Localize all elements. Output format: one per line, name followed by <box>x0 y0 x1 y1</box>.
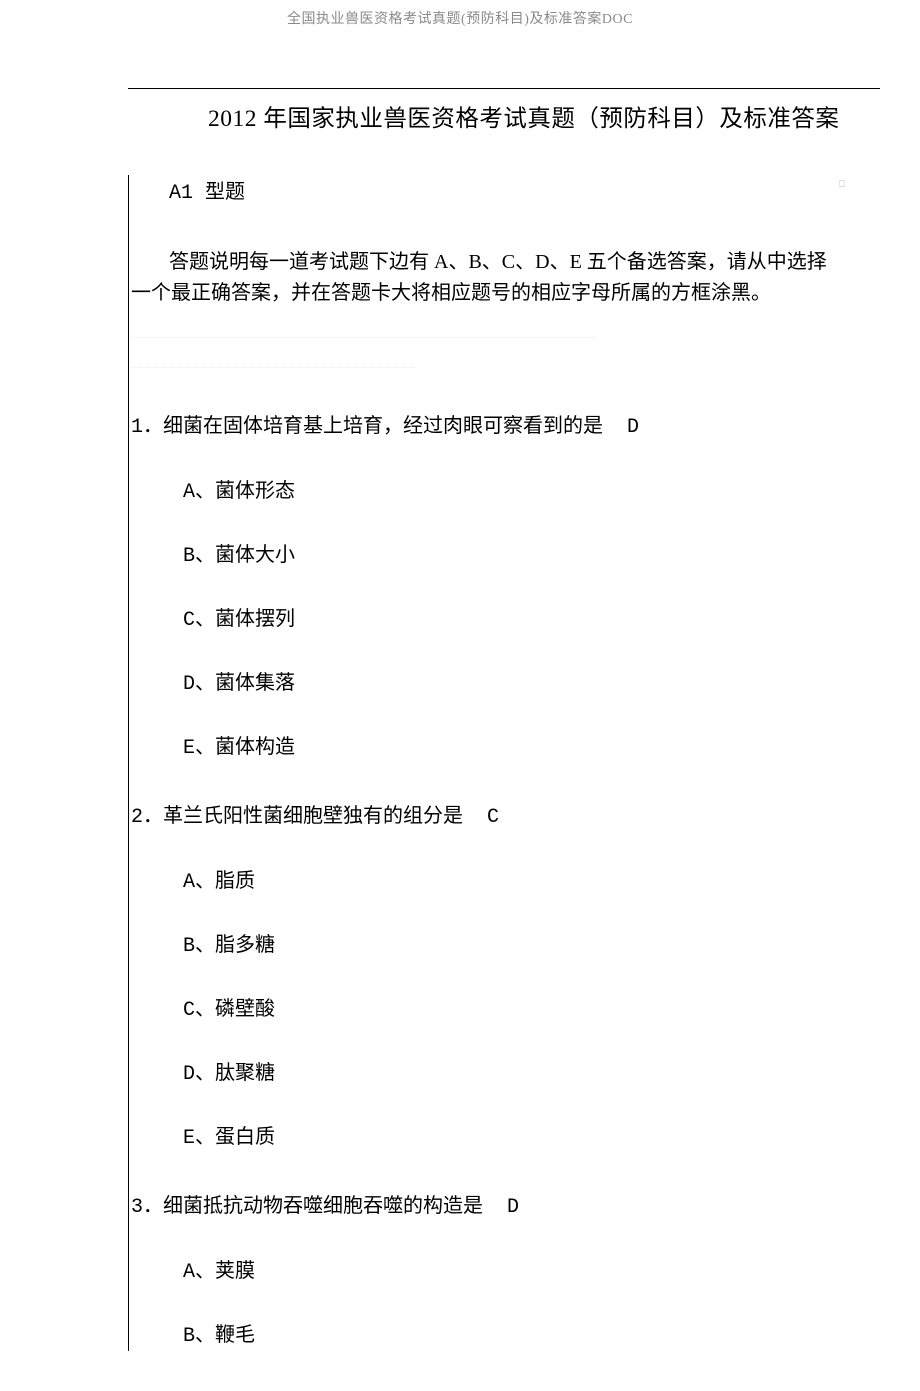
option-letter: C、 <box>183 609 215 632</box>
option-item: C、磷壁酸 <box>183 995 880 1025</box>
question-number: 2． <box>131 806 163 829</box>
main-column: A1 型题 ⎕ 答题说明每一道考试题下边有 A、B、C、D、E 五个备选答案，请… <box>128 175 880 1351</box>
option-item: B、脂多糖 <box>183 931 880 961</box>
answer-key: D <box>507 1196 519 1219</box>
answer-key: C <box>487 806 499 829</box>
option-letter: C、 <box>183 999 215 1022</box>
decorative-mark: ⎕ <box>839 179 845 191</box>
header-text: 全国执业兽医资格考试真题(预防科目)及标准答案DOC <box>0 0 920 28</box>
document-page: 全国执业兽医资格考试真题(预防科目)及标准答案DOC 2012 年国家执业兽医资… <box>0 0 920 1391</box>
option-letter: B、 <box>183 935 215 958</box>
content-area: 2012 年国家执业兽医资格考试真题（预防科目）及标准答案 A1 型题 ⎕ 答题… <box>0 28 920 1391</box>
option-item: D、肽聚糖 <box>183 1059 880 1089</box>
option-item: E、菌体构造 <box>183 733 880 763</box>
option-item: A、荚膜 <box>183 1257 880 1287</box>
option-text: 菌体大小 <box>215 544 295 566</box>
section-type-label: A1 型题 <box>169 182 245 205</box>
question-text: 细菌抵抗动物吞噬细胞吞噬的构造是 <box>163 1195 483 1217</box>
option-item: E、蛋白质 <box>183 1123 880 1153</box>
option-item: C、菌体摆列 <box>183 605 880 635</box>
question-block: 2．革兰氏阳性菌细胞壁独有的组分是 C A、脂质 B、脂多糖 C、磷壁酸 D、肽聚… <box>131 801 880 1153</box>
faint-line <box>131 367 416 369</box>
option-text: 磷壁酸 <box>215 998 275 1020</box>
option-letter: B、 <box>183 1325 215 1348</box>
question-text: 革兰氏阳性菌细胞壁独有的组分是 <box>163 805 463 827</box>
option-letter: B、 <box>183 545 215 568</box>
option-item: D、菌体集落 <box>183 669 880 699</box>
option-letter: A、 <box>183 481 215 504</box>
faint-line <box>131 337 595 339</box>
option-text: 菌体形态 <box>215 480 295 502</box>
answer-key: D <box>627 416 639 439</box>
option-letter: D、 <box>183 673 215 696</box>
option-text: 菌体集落 <box>215 672 295 694</box>
question-stem: 2．革兰氏阳性菌细胞壁独有的组分是 C <box>129 801 880 833</box>
option-letter: E、 <box>183 737 215 760</box>
option-text: 蛋白质 <box>215 1126 275 1148</box>
option-item: B、鞭毛 <box>183 1321 880 1351</box>
option-letter: E、 <box>183 1127 215 1150</box>
option-letter: A、 <box>183 871 215 894</box>
instruction-line-1: 答题说明每一道考试题下边有 A、B、C、D、E 五个备选答案，请从中选择 <box>169 251 827 273</box>
decorative-lines <box>131 337 880 369</box>
option-text: 荚膜 <box>215 1260 255 1282</box>
option-letter: D、 <box>183 1063 215 1086</box>
option-text: 脂多糖 <box>215 934 275 956</box>
title-row: 2012 年国家执业兽医资格考试真题（预防科目）及标准答案 <box>128 88 880 133</box>
instruction-block: 答题说明每一道考试题下边有 A、B、C、D、E 五个备选答案，请从中选择 一个最… <box>131 247 880 309</box>
option-letter: A、 <box>183 1261 215 1284</box>
option-text: 鞭毛 <box>215 1324 255 1346</box>
question-block: 3．细菌抵抗动物吞噬细胞吞噬的构造是 D A、荚膜 B、鞭毛 <box>131 1191 880 1351</box>
option-item: A、脂质 <box>183 867 880 897</box>
option-text: 肽聚糖 <box>215 1062 275 1084</box>
question-stem: 3．细菌抵抗动物吞噬细胞吞噬的构造是 D <box>129 1191 880 1223</box>
question-number: 3． <box>131 1196 163 1219</box>
question-stem: 1．细菌在固体培育基上培育，经过肉眼可察看到的是 D <box>129 411 880 443</box>
instruction-line-2: 一个最正确答案，并在答题卡大将相应题号的相应字母所属的方框涂黑。 <box>131 278 880 309</box>
page-title: 2012 年国家执业兽医资格考试真题（预防科目）及标准答案 <box>208 99 880 133</box>
option-item: A、菌体形态 <box>183 477 880 507</box>
option-item: B、菌体大小 <box>183 541 880 571</box>
question-number: 1． <box>131 416 163 439</box>
option-text: 脂质 <box>215 870 255 892</box>
question-block: 1．细菌在固体培育基上培育，经过肉眼可察看到的是D A、菌体形态 B、菌体大小 … <box>131 411 880 763</box>
option-text: 菌体构造 <box>215 736 295 758</box>
question-text: 细菌在固体培育基上培育，经过肉眼可察看到的是 <box>163 415 603 437</box>
option-text: 菌体摆列 <box>215 608 295 630</box>
question-type-heading: A1 型题 ⎕ <box>169 175 880 205</box>
